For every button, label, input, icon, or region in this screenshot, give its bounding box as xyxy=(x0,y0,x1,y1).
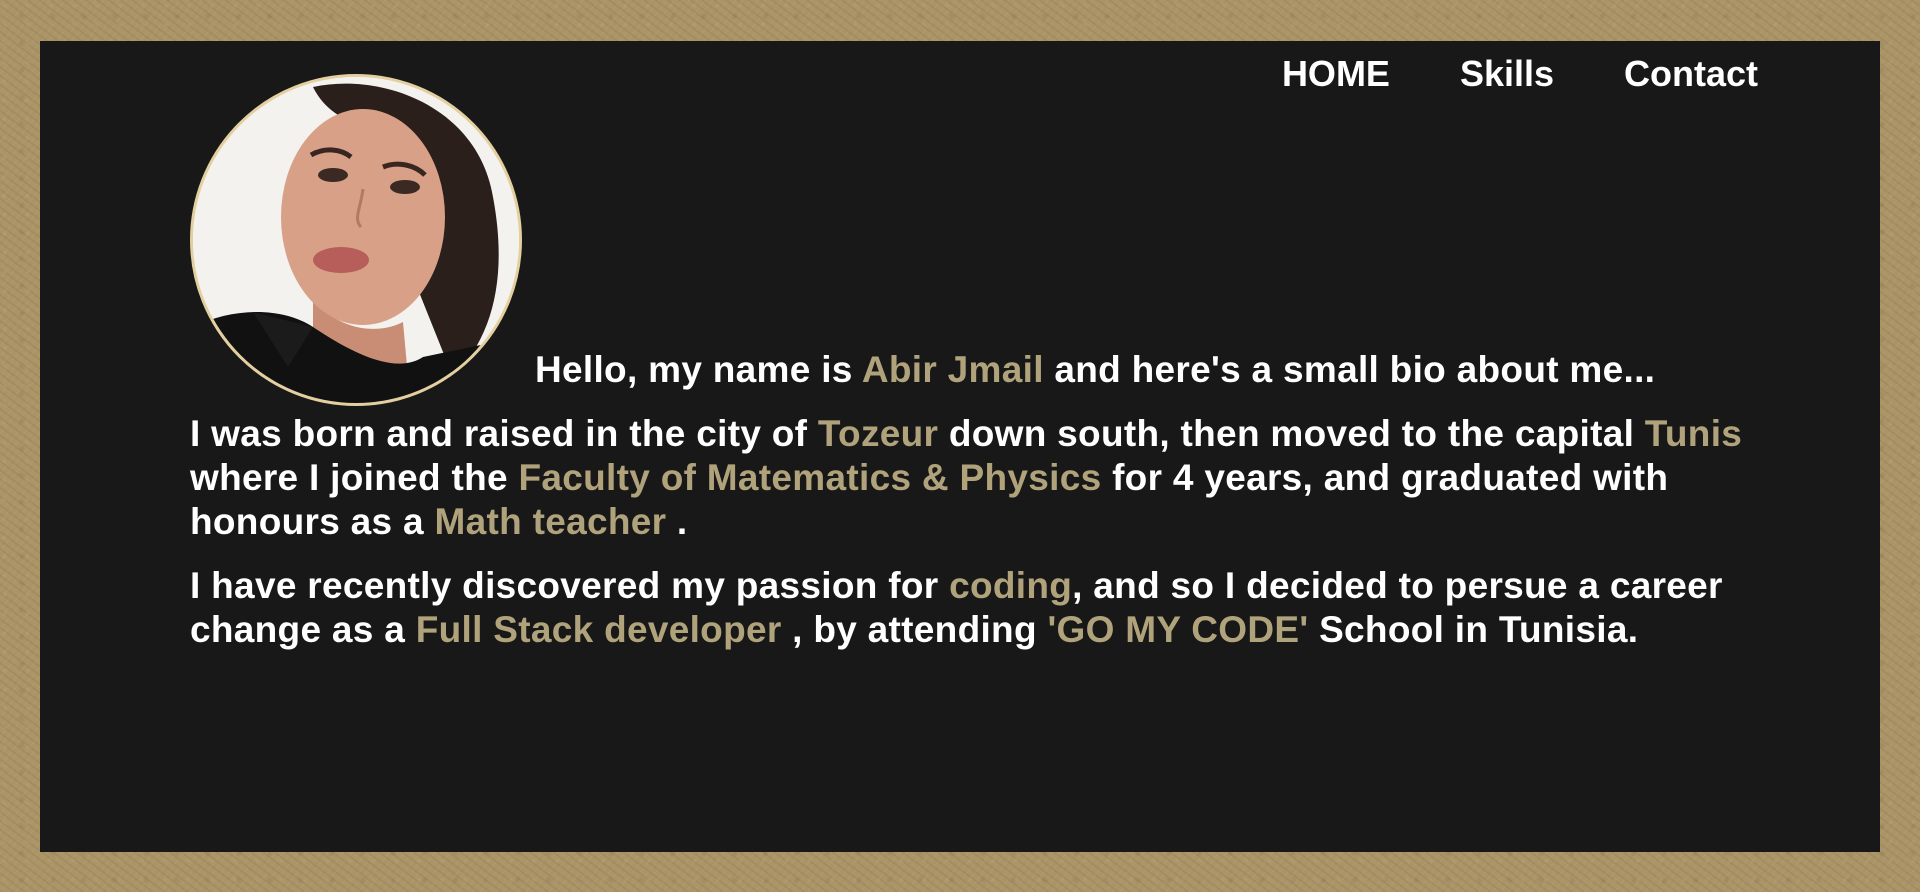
bio2-text-4: School in Tunisia. xyxy=(1308,609,1639,650)
name-highlight: Abir Jmail xyxy=(861,349,1044,390)
intro-text-2: and here's a small bio about me... xyxy=(1043,349,1656,390)
nav-home-link[interactable]: HOME xyxy=(1282,52,1390,96)
bio-paragraph-1: I was born and raised in the city of Toz… xyxy=(190,412,1750,544)
bio2-text-3: , by attending xyxy=(781,609,1048,650)
bio1-text-1: I was born and raised in the city of xyxy=(190,413,818,454)
bio1-text-5: . xyxy=(666,501,688,542)
intro-text-1: Hello, my name is xyxy=(535,349,862,390)
capital-highlight: Tunis xyxy=(1644,413,1743,454)
school-highlight: 'GO MY CODE' xyxy=(1047,609,1309,650)
career-highlight: Full Stack developer xyxy=(415,609,782,650)
role-highlight: Math teacher xyxy=(434,501,667,542)
main-panel: HOME Skills Contact Hello, my name is Ab… xyxy=(40,41,1880,852)
nav-contact-link[interactable]: Contact xyxy=(1624,52,1758,96)
bio-content: Hello, my name is Abir Jmail and here's … xyxy=(190,306,1750,652)
bio1-text-2: down south, then moved to the capital xyxy=(938,413,1645,454)
intro-text: Hello, my name is Abir Jmail and here's … xyxy=(190,348,1750,392)
city-highlight: Tozeur xyxy=(817,413,939,454)
passion-highlight: coding xyxy=(949,565,1073,606)
top-nav: HOME Skills Contact xyxy=(1282,52,1758,96)
bio1-text-3: where I joined the xyxy=(190,457,519,498)
bio2-text-1: I have recently discovered my passion fo… xyxy=(190,565,950,606)
bio-paragraph-2: I have recently discovered my passion fo… xyxy=(190,564,1750,652)
faculty-highlight: Faculty of Matematics & Physics xyxy=(518,457,1102,498)
nav-skills-link[interactable]: Skills xyxy=(1460,52,1554,96)
